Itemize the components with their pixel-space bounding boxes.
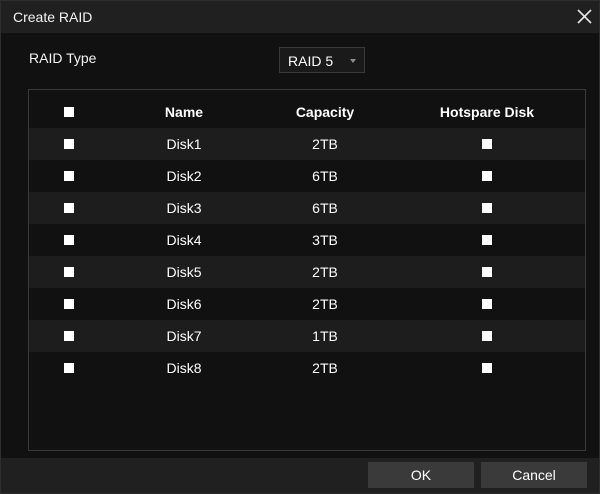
table-header: Name Capacity Hotspare Disk — [29, 96, 585, 128]
hotspare-cell — [417, 192, 557, 224]
row-checkbox[interactable] — [64, 139, 74, 150]
column-header-hotspare[interactable]: Hotspare Disk — [417, 96, 557, 128]
disk-capacity: 2TB — [312, 136, 338, 152]
disk-name: Disk5 — [166, 264, 202, 280]
hotspare-cell — [417, 288, 557, 320]
row-select-cell — [55, 128, 83, 160]
table-row[interactable]: Disk2 6TB — [29, 160, 585, 192]
hotspare-cell — [417, 256, 557, 288]
caret-down-icon — [350, 59, 356, 63]
table-row[interactable]: Disk4 3TB — [29, 224, 585, 256]
select-all-cell — [55, 96, 83, 128]
hotspare-cell — [417, 224, 557, 256]
row-checkbox[interactable] — [64, 171, 74, 182]
disk-capacity: 3TB — [312, 232, 338, 248]
table-row[interactable]: Disk7 1TB — [29, 320, 585, 352]
hotspare-checkbox[interactable] — [482, 363, 492, 374]
create-raid-dialog: Create RAID RAID Type RAID 5 Name Capaci… — [0, 0, 600, 494]
row-checkbox[interactable] — [64, 203, 74, 214]
disk-name: Disk3 — [166, 200, 202, 216]
close-icon[interactable] — [573, 6, 595, 28]
disk-name: Disk4 — [166, 232, 202, 248]
disk-capacity: 6TB — [312, 200, 338, 216]
table-row[interactable]: Disk1 2TB — [29, 128, 585, 160]
raid-type-value: RAID 5 — [288, 53, 334, 69]
disk-capacity: 2TB — [312, 360, 338, 376]
table-row[interactable]: Disk5 2TB — [29, 256, 585, 288]
row-checkbox[interactable] — [64, 235, 74, 246]
hotspare-checkbox[interactable] — [482, 139, 492, 150]
disk-name: Disk1 — [166, 136, 202, 152]
disk-name: Disk7 — [166, 328, 202, 344]
hotspare-checkbox[interactable] — [482, 203, 492, 214]
disk-capacity: 6TB — [312, 168, 338, 184]
hotspare-cell — [417, 128, 557, 160]
hotspare-checkbox[interactable] — [482, 235, 492, 246]
disk-capacity: 2TB — [312, 264, 338, 280]
hotspare-cell — [417, 352, 557, 384]
disk-table: Name Capacity Hotspare Disk Disk1 2TB Di… — [28, 89, 586, 451]
disk-name: Disk8 — [166, 360, 202, 376]
row-select-cell — [55, 224, 83, 256]
row-checkbox[interactable] — [64, 363, 74, 374]
row-checkbox[interactable] — [64, 299, 74, 310]
hotspare-checkbox[interactable] — [482, 331, 492, 342]
column-header-name[interactable]: Name — [129, 96, 239, 128]
table-row[interactable]: Disk8 2TB — [29, 352, 585, 384]
disk-name: Disk2 — [166, 168, 202, 184]
row-select-cell — [55, 192, 83, 224]
row-select-cell — [55, 320, 83, 352]
raid-type-select[interactable]: RAID 5 — [279, 47, 365, 73]
dialog-footer: OK Cancel — [1, 458, 599, 493]
ok-button[interactable]: OK — [368, 462, 474, 488]
disk-name: Disk6 — [166, 296, 202, 312]
dialog-titlebar: Create RAID — [1, 1, 599, 33]
row-select-cell — [55, 256, 83, 288]
row-checkbox[interactable] — [64, 267, 74, 278]
select-all-checkbox[interactable] — [64, 107, 74, 118]
disk-capacity: 2TB — [312, 296, 338, 312]
table-row[interactable]: Disk6 2TB — [29, 288, 585, 320]
hotspare-cell — [417, 160, 557, 192]
row-select-cell — [55, 160, 83, 192]
row-select-cell — [55, 352, 83, 384]
row-select-cell — [55, 288, 83, 320]
hotspare-checkbox[interactable] — [482, 171, 492, 182]
hotspare-checkbox[interactable] — [482, 299, 492, 310]
raid-type-label: RAID Type — [29, 50, 97, 66]
dialog-title: Create RAID — [13, 9, 93, 25]
row-checkbox[interactable] — [64, 331, 74, 342]
hotspare-checkbox[interactable] — [482, 267, 492, 278]
hotspare-cell — [417, 320, 557, 352]
table-row[interactable]: Disk3 6TB — [29, 192, 585, 224]
disk-capacity: 1TB — [312, 328, 338, 344]
column-header-capacity[interactable]: Capacity — [275, 96, 375, 128]
cancel-button[interactable]: Cancel — [481, 462, 587, 488]
